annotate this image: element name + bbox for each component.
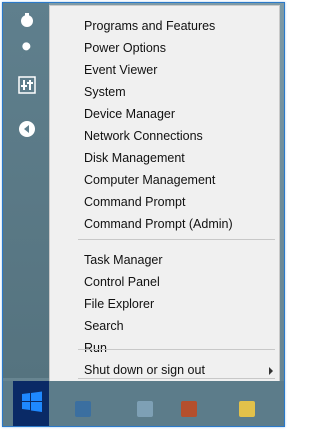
menu-item-label: System	[84, 85, 126, 99]
menu-item-label: Disk Management	[84, 151, 185, 165]
menu-item-device-manager[interactable]: Device Manager	[50, 103, 279, 125]
menu-item-label: Run	[84, 341, 107, 355]
taskbar-app-icon[interactable]	[239, 401, 255, 417]
menu-separator	[78, 349, 275, 350]
taskbar-app-icon[interactable]	[75, 401, 91, 417]
menu-item-network-connections[interactable]: Network Connections	[50, 125, 279, 147]
menu-item-system[interactable]: System	[50, 81, 279, 103]
menu-item-label: Shut down or sign out	[84, 363, 205, 377]
menu-separator	[78, 239, 275, 240]
settings-gear-icon[interactable]	[18, 11, 36, 29]
submenu-arrow-icon	[269, 367, 273, 375]
menu-item-event-viewer[interactable]: Event Viewer	[50, 59, 279, 81]
menu-item-label: Task Manager	[84, 253, 163, 267]
menu-item-label: Computer Management	[84, 173, 216, 187]
windows-logo-icon	[22, 391, 42, 412]
menu-item-task-manager[interactable]: Task Manager	[50, 249, 279, 271]
menu-separator	[78, 378, 275, 379]
menu-item-label: Command Prompt	[84, 195, 186, 209]
quick-link-menu: Programs and Features Power Options Event …	[49, 5, 280, 405]
taskbar-app-icon[interactable]	[137, 401, 153, 417]
menu-item-label: Network Connections	[84, 129, 203, 143]
wrench-icon[interactable]	[18, 42, 36, 60]
menu-item-power-options[interactable]: Power Options	[50, 37, 279, 59]
equalizer-icon[interactable]	[18, 76, 36, 94]
charms-strip	[3, 3, 49, 378]
menu-item-label: Search	[84, 319, 124, 333]
start-button[interactable]	[13, 381, 49, 426]
taskbar-app-icon[interactable]	[181, 401, 197, 417]
menu-item-control-panel[interactable]: Control Panel	[50, 271, 279, 293]
menu-item-file-explorer[interactable]: File Explorer	[50, 293, 279, 315]
menu-item-command-prompt[interactable]: Command Prompt	[50, 191, 279, 213]
screenshot-frame: Programs and Features Power Options Event …	[2, 2, 285, 427]
back-arrow-icon[interactable]	[18, 120, 36, 138]
menu-item-label: Control Panel	[84, 275, 160, 289]
menu-item-run[interactable]: Run	[50, 337, 279, 359]
menu-item-label: Power Options	[84, 41, 166, 55]
menu-item-search[interactable]: Search	[50, 315, 279, 337]
menu-item-label: File Explorer	[84, 297, 155, 311]
menu-item-label: Device Manager	[84, 107, 176, 121]
menu-item-label: Event Viewer	[84, 63, 158, 77]
menu-item-programs-and-features[interactable]: Programs and Features	[50, 15, 279, 37]
menu-item-command-prompt-admin[interactable]: Command Prompt (Admin)	[50, 213, 279, 235]
menu-item-label: Programs and Features	[84, 19, 216, 33]
menu-item-computer-management[interactable]: Computer Management	[50, 169, 279, 191]
menu-item-disk-management[interactable]: Disk Management	[50, 147, 279, 169]
menu-item-label: Command Prompt (Admin)	[84, 217, 233, 231]
